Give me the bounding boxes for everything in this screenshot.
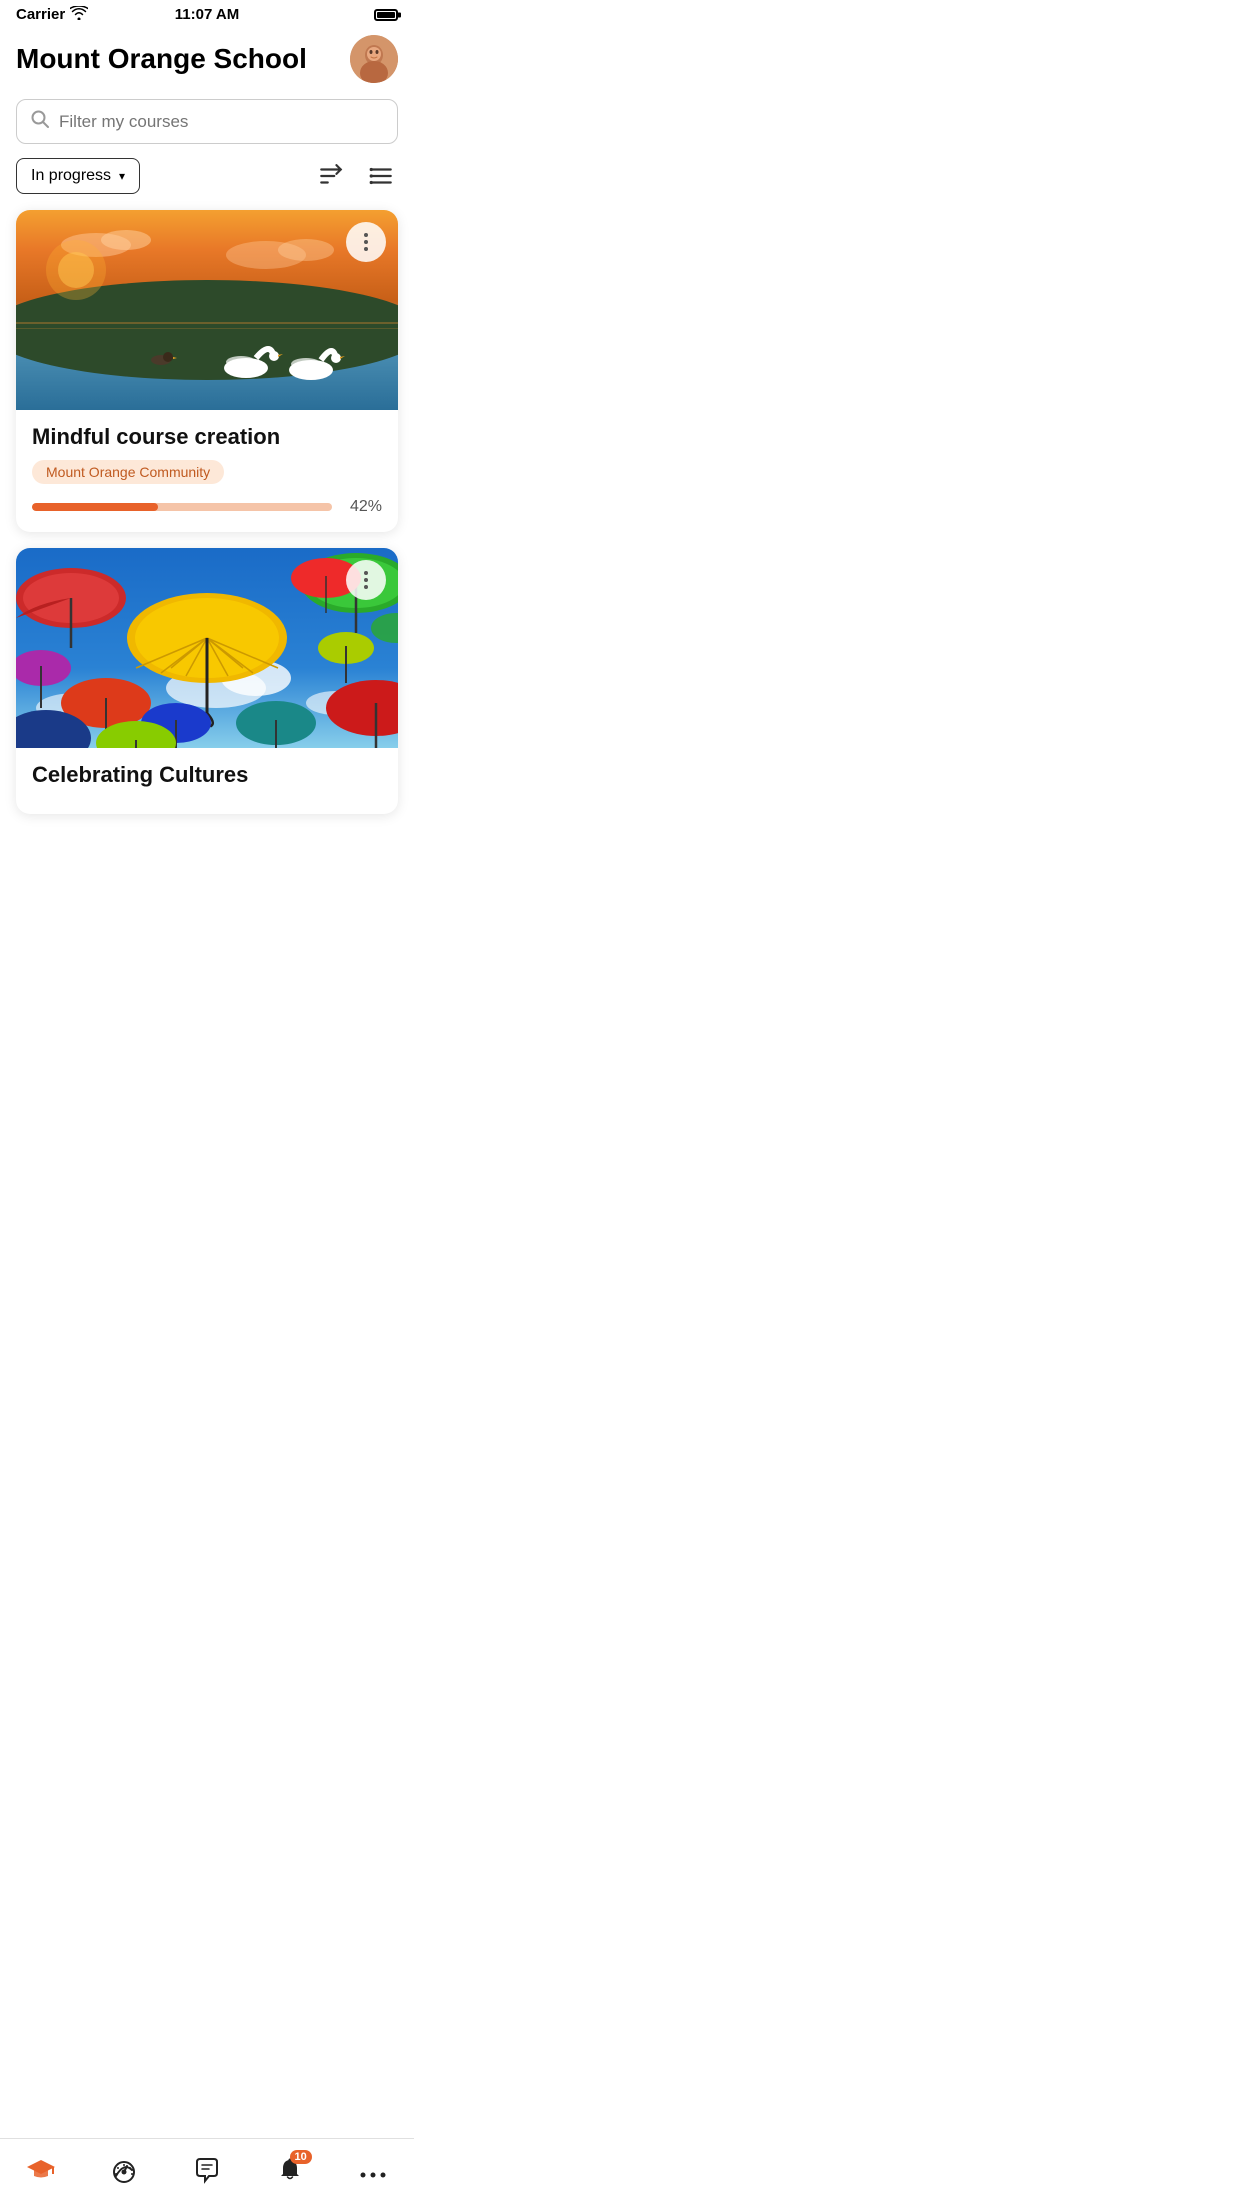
list-view-button[interactable] [364, 159, 398, 193]
search-bar[interactable] [16, 99, 398, 144]
search-container [0, 99, 414, 158]
filter-label: In progress [31, 167, 111, 185]
nav-item-more[interactable] [351, 2150, 395, 2197]
view-options [314, 159, 398, 193]
progress-bar-fill-1 [32, 503, 158, 511]
avatar-image [350, 35, 398, 83]
carrier-label: Carrier [16, 6, 65, 23]
app-header: Mount Orange School [0, 27, 414, 99]
user-avatar[interactable] [350, 35, 398, 83]
course-info-2: Celebrating Cultures [16, 748, 398, 814]
course-more-button-1[interactable] [346, 222, 386, 262]
search-input[interactable] [59, 112, 383, 132]
course-card-2[interactable]: Celebrating Cultures [16, 548, 398, 814]
course-more-button-2[interactable] [346, 560, 386, 600]
bottom-nav: 10 [0, 2138, 414, 2208]
progress-bar-bg-1 [32, 503, 332, 511]
chat-icon [193, 2156, 221, 2191]
course-card-1[interactable]: Mindful course creation Mount Orange Com… [16, 210, 398, 532]
sort-button[interactable] [314, 159, 348, 193]
dropdown-arrow-icon: ▾ [119, 169, 125, 183]
nav-item-courses[interactable] [19, 2148, 63, 2199]
course-image-swan [16, 210, 398, 410]
progress-row-1: 42% [32, 498, 382, 516]
course-title-1: Mindful course creation [32, 424, 382, 450]
filter-row: In progress ▾ [0, 158, 414, 210]
status-bar: Carrier 11:07 AM [0, 0, 414, 27]
course-image-umbrella [16, 548, 398, 748]
battery-icon [374, 9, 398, 21]
nav-item-dashboard[interactable] [102, 2148, 146, 2199]
course-info-1: Mindful course creation Mount Orange Com… [16, 410, 398, 532]
nav-item-notifications[interactable]: 10 [268, 2148, 312, 2199]
courses-list: Mindful course creation Mount Orange Com… [0, 210, 414, 894]
nav-item-messages[interactable] [185, 2148, 229, 2199]
wifi-icon [70, 6, 88, 23]
notification-badge: 10 [290, 2150, 312, 2164]
dots-icon [359, 2158, 387, 2189]
progress-label-1: 42% [344, 498, 382, 516]
filter-button[interactable]: In progress ▾ [16, 158, 140, 194]
course-tag-1: Mount Orange Community [32, 460, 224, 484]
gauge-icon [110, 2156, 138, 2191]
time-display: 11:07 AM [175, 6, 239, 23]
graduation-cap-icon [27, 2156, 55, 2191]
app-title: Mount Orange School [16, 43, 307, 75]
search-icon [31, 110, 49, 133]
course-title-2: Celebrating Cultures [32, 762, 382, 788]
